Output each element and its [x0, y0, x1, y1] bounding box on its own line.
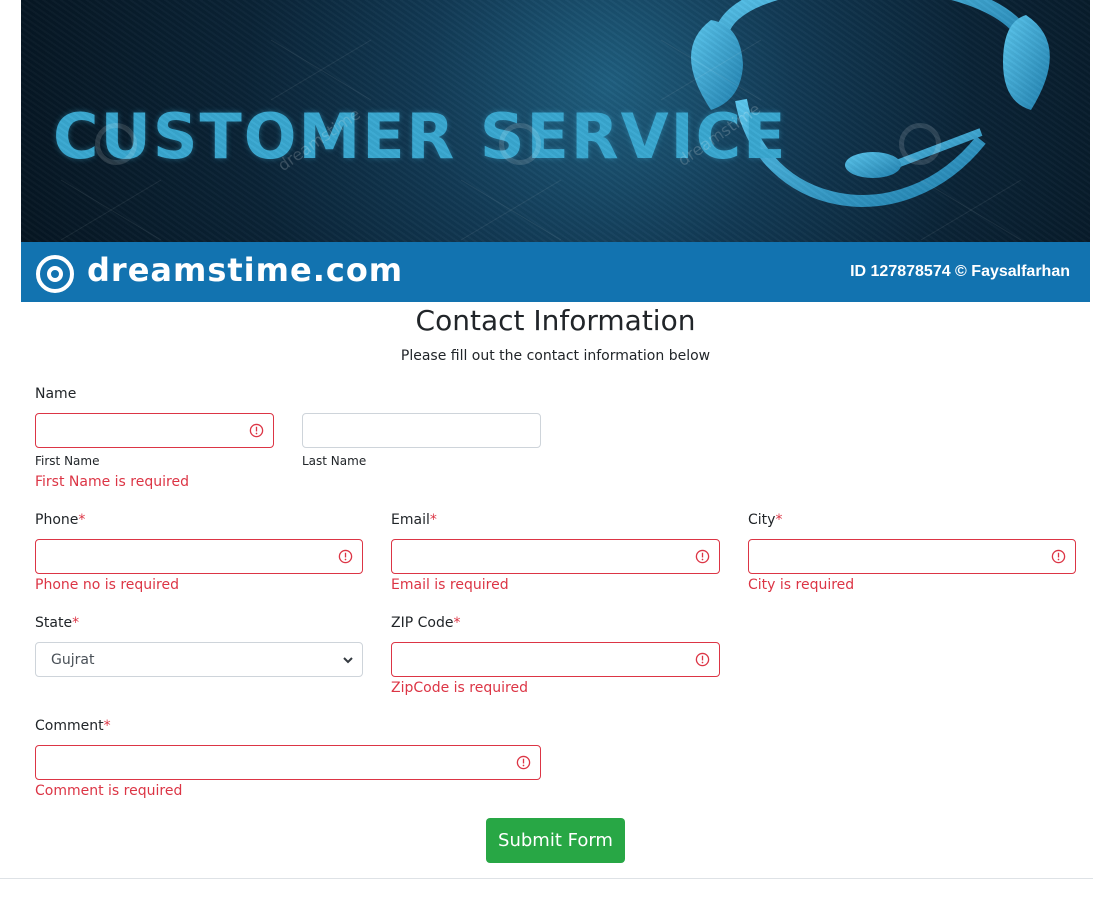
last-name-sublabel: Last Name: [302, 454, 367, 468]
required-mark: *: [453, 615, 461, 631]
last-name-input[interactable]: [303, 414, 540, 447]
exclamation-circle-icon: [695, 652, 710, 667]
watermark-swirl-icon: [899, 123, 941, 165]
email-label-text: Email: [391, 512, 430, 528]
required-mark: *: [103, 718, 111, 734]
page-subtitle: Please fill out the contact information …: [400, 348, 711, 364]
required-mark: *: [72, 615, 80, 631]
exclamation-circle-icon: [1051, 549, 1066, 564]
comment-label-text: Comment: [35, 718, 104, 734]
image-id: ID 127878574 © Faysalfarhan: [850, 263, 1070, 280]
banner-image: CUSTOMER SERVICE dreamstime dreamstime d…: [21, 0, 1090, 302]
chevron-down-icon: [343, 657, 353, 664]
brand-name: dreamstime.com: [87, 251, 404, 289]
city-label-text: City: [748, 512, 776, 528]
first-name-input[interactable]: [36, 414, 273, 447]
city-field[interactable]: [748, 539, 1076, 574]
required-mark: *: [78, 512, 86, 528]
first-name-sublabel: First Name: [35, 454, 100, 468]
zip-field[interactable]: [391, 642, 720, 677]
comment-input[interactable]: [36, 746, 540, 779]
banner-artwork: CUSTOMER SERVICE dreamstime dreamstime: [21, 0, 1090, 242]
zip-input[interactable]: [392, 643, 719, 676]
zip-label-text: ZIP Code: [391, 615, 454, 631]
phone-label-text: Phone: [35, 512, 79, 528]
exclamation-circle-icon: [338, 549, 353, 564]
phone-input[interactable]: [36, 540, 362, 573]
banner-title: CUSTOMER SERVICE: [53, 100, 788, 173]
first-name-error: First Name is required: [35, 474, 189, 490]
submit-form-button[interactable]: Submit Form: [486, 818, 625, 863]
comment-field[interactable]: [35, 745, 541, 780]
watermark-swirl-icon: [95, 123, 137, 165]
watermark-swirl-icon: [499, 123, 541, 165]
email-label: Email*: [391, 512, 437, 528]
city-error: City is required: [748, 577, 855, 593]
state-selected-value: Gujrat: [51, 652, 95, 668]
headset-icon: [60, 0, 1050, 241]
exclamation-circle-icon: [695, 549, 710, 564]
city-input[interactable]: [749, 540, 1075, 573]
required-mark: *: [775, 512, 783, 528]
comment-label: Comment*: [35, 718, 111, 734]
watermark-text: dreamstime: [274, 104, 364, 175]
phone-error: Phone no is required: [35, 577, 179, 593]
dreamstime-swirl-icon: [36, 255, 74, 293]
email-error: Email is required: [391, 577, 509, 593]
comment-error: Comment is required: [35, 783, 183, 799]
exclamation-circle-icon: [516, 755, 531, 770]
footer-divider: [0, 878, 1093, 879]
phone-label: Phone*: [35, 512, 85, 528]
required-mark: *: [429, 512, 437, 528]
watermark-text: dreamstime: [674, 99, 764, 170]
banner-footer-bar: dreamstime.com ID 127878574 © Faysalfarh…: [21, 242, 1090, 302]
city-label: City*: [748, 512, 782, 528]
name-label: Name: [35, 386, 76, 402]
state-select[interactable]: Gujrat: [35, 642, 363, 677]
first-name-field[interactable]: [35, 413, 274, 448]
last-name-field[interactable]: [302, 413, 541, 448]
name-label-text: Name: [35, 386, 77, 402]
email-input[interactable]: [392, 540, 719, 573]
phone-field[interactable]: [35, 539, 363, 574]
state-label: State*: [35, 615, 79, 631]
page-title: Contact Information: [415, 304, 696, 337]
email-field[interactable]: [391, 539, 720, 574]
exclamation-circle-icon: [249, 423, 264, 438]
state-label-text: State: [35, 615, 73, 631]
zip-error: ZipCode is required: [391, 680, 528, 696]
zip-label: ZIP Code*: [391, 615, 460, 631]
